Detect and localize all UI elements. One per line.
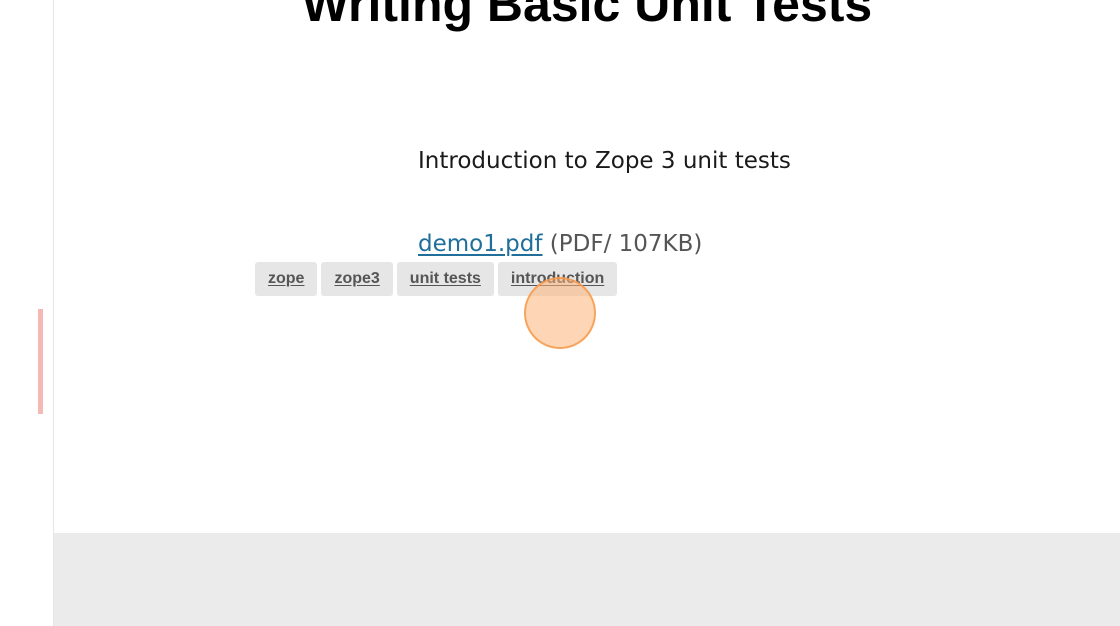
scroll-position-marker [38, 309, 43, 414]
page-description: Introduction to Zope 3 unit tests [418, 148, 791, 174]
tag-unit-tests[interactable]: unit tests [396, 262, 494, 296]
page-title: Writing Basic Unit Tests [301, 0, 873, 32]
main-content: Writing Basic Unit Tests Introduction to… [54, 0, 1120, 533]
click-indicator [524, 277, 596, 349]
attachment-info: (PDF/ 107KB) [549, 231, 703, 257]
attachment-download-link[interactable]: demo1.pdf [418, 231, 542, 257]
footer [54, 533, 1120, 626]
tag-zope3[interactable]: zope3 [321, 262, 393, 296]
page: Writing Basic Unit Tests Introduction to… [0, 0, 1120, 626]
tag-zope[interactable]: zope [255, 262, 318, 296]
attachment-line: demo1.pdf (PDF/ 107KB) [418, 229, 702, 259]
